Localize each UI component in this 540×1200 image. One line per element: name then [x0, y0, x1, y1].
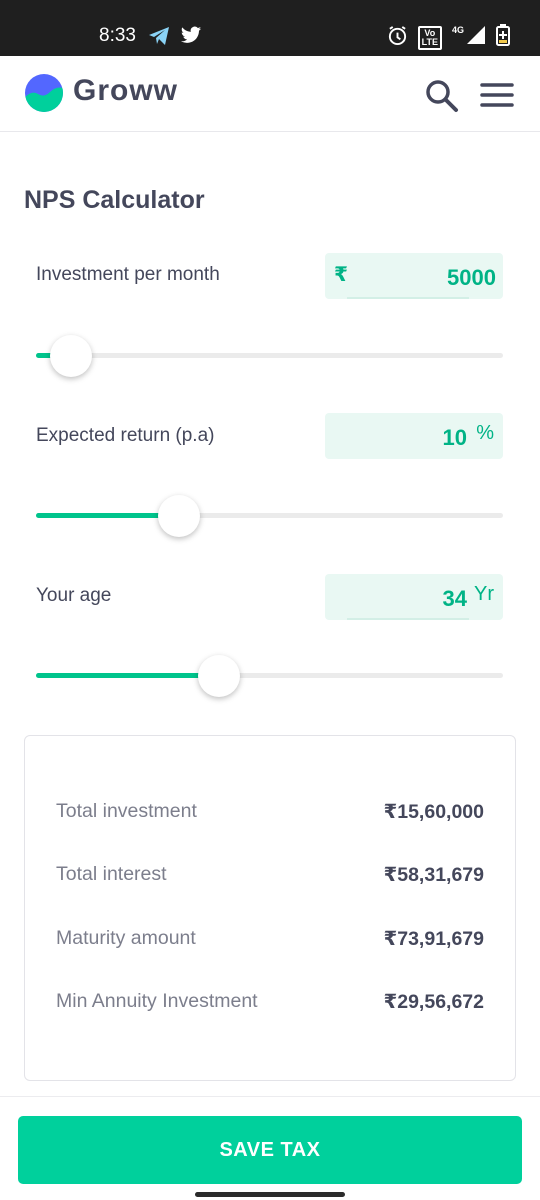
brand-name[interactable]: Groww: [73, 74, 178, 108]
slider-fill: [36, 673, 219, 678]
signal-icon: [466, 25, 486, 50]
investment-value: 5000: [447, 265, 496, 290]
return-label: Expected return (p.a): [36, 425, 215, 446]
investment-input[interactable]: ₹ 5000: [325, 253, 503, 299]
results-card: Total investment ₹15,60,000 Total intere…: [24, 735, 516, 1081]
home-indicator[interactable]: [195, 1192, 345, 1197]
battery-icon: [496, 24, 510, 51]
bottom-bar: SAVE TAX: [0, 1096, 540, 1200]
hamburger-menu-icon[interactable]: [480, 82, 514, 108]
alarm-icon: [387, 25, 408, 51]
age-label: Your age: [36, 585, 112, 606]
percent-suffix: %: [476, 422, 494, 444]
result-row-min-annuity: Min Annuity Investment ₹29,56,672: [56, 990, 484, 1013]
age-value: 34: [442, 586, 467, 611]
twitter-icon: [180, 26, 202, 51]
input-underline: [347, 618, 469, 620]
status-bar: 8:33 Vo LTE 4G: [0, 0, 540, 56]
result-row-total-investment: Total investment ₹15,60,000: [56, 800, 484, 823]
slider-thumb[interactable]: [158, 495, 201, 537]
network-type-label: 4G: [451, 24, 464, 35]
rupee-prefix: ₹: [334, 264, 348, 286]
result-row-maturity-amount: Maturity amount ₹73,91,679: [56, 927, 484, 950]
volte-icon: Vo LTE: [417, 25, 442, 50]
input-underline: [347, 297, 469, 299]
years-suffix: Yr: [474, 583, 494, 605]
telegram-icon: [148, 26, 170, 51]
return-slider[interactable]: [36, 495, 503, 537]
age-input[interactable]: 34 Yr: [325, 574, 503, 620]
slider-thumb[interactable]: [50, 335, 93, 377]
investment-slider[interactable]: [36, 335, 503, 377]
return-value: 10: [442, 425, 467, 450]
result-row-total-interest: Total interest ₹58,31,679: [56, 863, 484, 886]
investment-label: Investment per month: [36, 264, 220, 285]
status-time: 8:33: [99, 25, 136, 46]
age-slider[interactable]: [36, 655, 503, 697]
return-input[interactable]: 10 %: [325, 413, 503, 459]
slider-track: [36, 353, 503, 358]
app-header: Groww: [0, 56, 540, 132]
search-icon[interactable]: [424, 78, 460, 114]
save-tax-button[interactable]: SAVE TAX: [18, 1116, 522, 1184]
slider-thumb[interactable]: [197, 655, 240, 697]
page-title: NPS Calculator: [24, 186, 205, 214]
groww-logo-icon[interactable]: [24, 73, 64, 118]
